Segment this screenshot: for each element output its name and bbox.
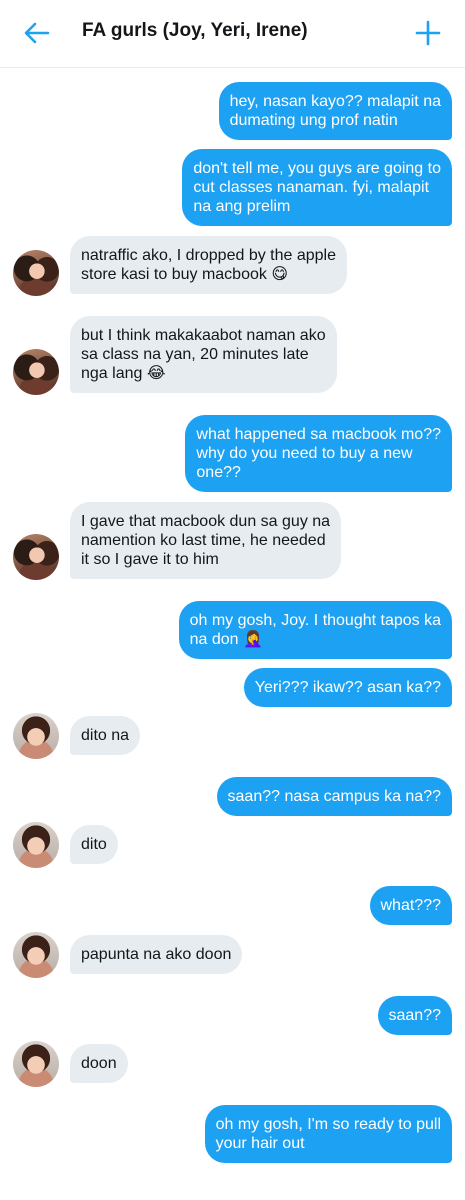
message-bubble-incoming[interactable]: papunta na ako doon: [70, 935, 243, 974]
message-bubble-outgoing[interactable]: hey, nasan kayo?? malapit na dumating un…: [218, 82, 452, 140]
message-bubble-incoming[interactable]: I gave that macbook dun sa guy na nament…: [70, 502, 342, 579]
message-bubble-incoming[interactable]: dito: [70, 825, 118, 864]
conversation-title: FA gurls (Joy, Yeri, Irene): [82, 20, 308, 41]
message-bubble-incoming[interactable]: but I think makakaabot naman ako sa clas…: [70, 316, 337, 393]
plus-icon: [415, 20, 441, 46]
avatar[interactable]: [13, 349, 59, 395]
message-bubble-incoming[interactable]: dito na: [70, 716, 141, 755]
avatar[interactable]: [13, 250, 59, 296]
avatar[interactable]: [13, 534, 59, 580]
message-bubble-outgoing[interactable]: saan?? nasa campus ka na??: [216, 777, 452, 816]
avatar[interactable]: [13, 713, 59, 759]
message-bubble-incoming[interactable]: doon: [70, 1044, 128, 1083]
avatar[interactable]: [13, 822, 59, 868]
message-bubble-outgoing[interactable]: saan??: [377, 996, 452, 1035]
message-bubble-outgoing[interactable]: what happened sa macbook mo?? why do you…: [185, 415, 452, 492]
message-bubble-outgoing[interactable]: Yeri??? ikaw?? asan ka??: [243, 668, 452, 707]
conversation-header: FA gurls (Joy, Yeri, Irene): [0, 0, 465, 68]
message-bubble-outgoing[interactable]: what???: [369, 886, 452, 925]
message-bubble-outgoing[interactable]: oh my gosh, I'm so ready to pull your ha…: [204, 1105, 452, 1163]
back-button[interactable]: [20, 16, 54, 50]
add-participant-button[interactable]: [411, 16, 445, 50]
message-bubble-outgoing[interactable]: don't tell me, you guys are going to cut…: [182, 149, 452, 226]
message-bubble-outgoing[interactable]: oh my gosh, Joy. I thought tapos ka na d…: [178, 601, 452, 659]
avatar[interactable]: [13, 932, 59, 978]
message-bubble-incoming[interactable]: natraffic ako, I dropped by the apple st…: [70, 236, 347, 294]
avatar[interactable]: [13, 1041, 59, 1087]
arrow-left-icon: [24, 22, 50, 44]
